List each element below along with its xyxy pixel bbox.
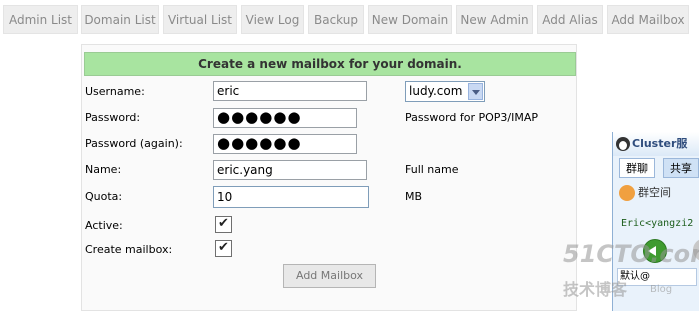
tab-add-mailbox[interactable]: Add Mailbox: [607, 5, 689, 34]
watermark-cn: 技术博客: [563, 280, 628, 299]
create-mailbox-checkbox[interactable]: ✔: [215, 240, 232, 257]
tab-new-admin[interactable]: New Admin: [456, 5, 533, 34]
chat-tabs: 群聊 共享: [613, 158, 699, 178]
penguin-icon: [616, 137, 630, 151]
chat-title: Cluster服: [632, 137, 688, 150]
group-space-label: 群空间: [638, 186, 671, 199]
watermark-site: 51CTO.com: [563, 240, 699, 268]
tab-virtual-list[interactable]: Virtual List: [163, 5, 237, 34]
create-mailbox-label: Create mailbox:: [85, 243, 173, 256]
tab-share[interactable]: 共享: [663, 158, 699, 178]
watermark-blog: Blog: [650, 284, 673, 295]
tab-new-domain[interactable]: New Domain: [368, 5, 452, 34]
name-input[interactable]: eric.yang: [213, 160, 367, 180]
tab-view-log[interactable]: View Log: [241, 5, 304, 34]
domain-select[interactable]: ludy.com: [405, 81, 485, 102]
name-label: Name:: [85, 163, 122, 176]
chat-title-bar[interactable]: Cluster服: [613, 132, 699, 156]
password-input[interactable]: ●●●●●●: [213, 108, 357, 128]
group-icon: [619, 185, 635, 201]
tab-domain-list[interactable]: Domain List: [81, 5, 159, 34]
group-space-link[interactable]: 群空间: [619, 184, 671, 201]
domain-select-value: ludy.com: [409, 84, 463, 98]
username-label: Username:: [85, 85, 145, 98]
add-mailbox-button[interactable]: Add Mailbox: [283, 264, 376, 288]
active-checkbox[interactable]: ✔: [215, 216, 232, 233]
password-again-label: Password (again):: [85, 137, 183, 150]
password-note: Password for POP3/IMAP: [405, 111, 539, 124]
top-nav: Admin List Domain List Virtual List View…: [0, 0, 699, 36]
tab-add-alias[interactable]: Add Alias: [537, 5, 603, 34]
password-label: Password:: [85, 111, 141, 124]
username-input[interactable]: eric: [213, 81, 367, 101]
active-label: Active:: [85, 219, 123, 232]
tab-group-chat[interactable]: 群聊: [619, 158, 655, 178]
chevron-down-icon[interactable]: [468, 83, 483, 100]
chat-message: Eric<yangzi2: [621, 218, 694, 229]
tab-backup[interactable]: Backup: [308, 5, 364, 34]
form-title: Create a new mailbox for your domain.: [84, 52, 576, 76]
quota-label: Quota:: [85, 190, 123, 203]
password-again-input[interactable]: ●●●●●●: [213, 134, 357, 154]
tab-admin-list[interactable]: Admin List: [3, 5, 78, 34]
quota-note: MB: [405, 190, 423, 203]
quota-input[interactable]: 10: [213, 186, 369, 208]
name-note: Full name: [405, 163, 459, 176]
